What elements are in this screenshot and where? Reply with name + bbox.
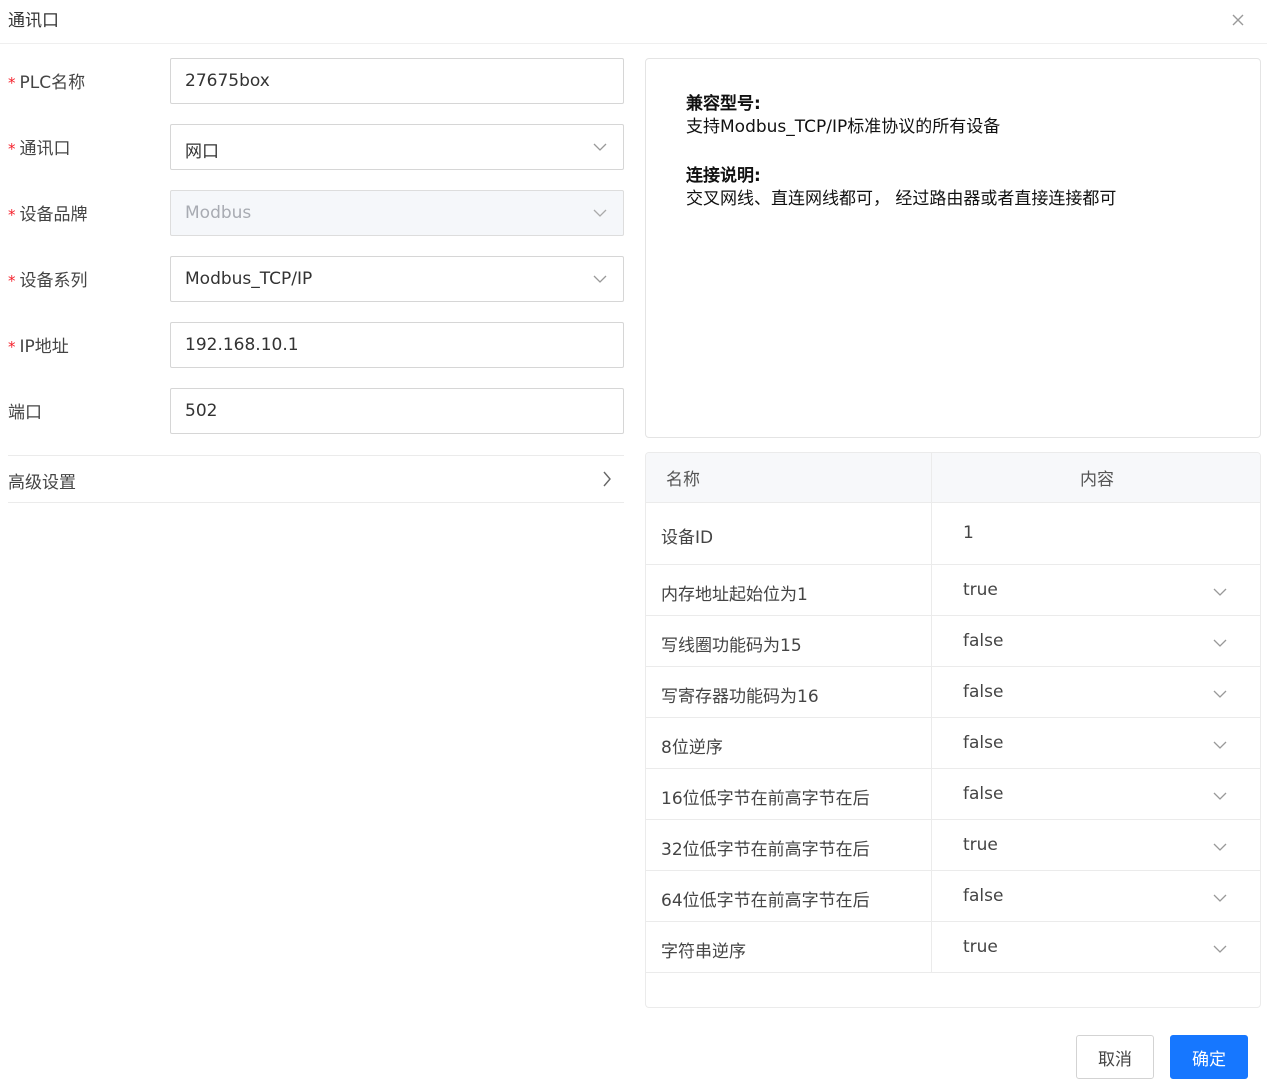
row-value-select[interactable]: false [963,784,1003,804]
brand-select: Modbus [170,190,624,236]
port-field [170,388,624,434]
required-mark: * [8,272,16,290]
table-row: 写线圈功能码为15 false [646,616,1260,667]
row-name: 设备ID [661,528,714,548]
compat-text: 支持Modbus_TCP/IP标准协议的所有设备 [686,117,1001,137]
chevron-down-icon[interactable] [1213,638,1227,648]
form-row-port: 端口 [8,388,624,434]
table-row: 设备ID 1 [646,503,1260,565]
row-name: 写线圈功能码为15 [661,636,802,656]
row-value-select[interactable]: false [963,886,1003,906]
header-name: 名称 [666,470,700,490]
row-value[interactable]: 1 [963,523,974,543]
row-value-select[interactable]: false [963,682,1003,702]
cancel-button[interactable]: 取消 [1076,1035,1154,1079]
row-name: 内存地址起始位为1 [661,585,808,605]
plc-name-label: * PLC名称 [8,73,86,93]
series-select[interactable]: Modbus_TCP/IP [170,256,624,302]
chevron-down-icon [593,209,607,217]
header-content: 内容 [1080,470,1114,490]
chevron-down-icon[interactable] [1213,842,1227,852]
series-value: Modbus_TCP/IP [185,269,313,289]
required-mark: * [8,338,16,356]
chevron-down-icon[interactable] [1213,740,1227,750]
close-icon[interactable] [1228,10,1248,30]
advanced-settings-label: 高级设置 [8,473,76,493]
port-label: 端口 [8,403,42,423]
chevron-down-icon[interactable] [1213,893,1227,903]
row-name: 字符串逆序 [661,942,746,962]
row-value-select[interactable]: false [963,733,1003,753]
row-name: 写寄存器功能码为16 [661,687,819,707]
row-name: 8位逆序 [661,738,723,758]
ip-label: * IP地址 [8,337,69,357]
ip-input[interactable] [171,323,623,367]
ip-field [170,322,624,368]
comm-port-select[interactable]: 网口 [170,124,624,170]
port-input[interactable] [171,389,623,433]
device-info-panel: 兼容型号: 支持Modbus_TCP/IP标准协议的所有设备 连接说明: 交叉网… [645,58,1261,438]
comm-port-value: 网口 [185,142,219,162]
comm-port-label: * 通讯口 [8,139,71,159]
chevron-right-icon [603,471,611,487]
form-row-comm-port: * 通讯口 网口 [8,124,624,170]
row-value-select[interactable]: true [963,835,998,855]
confirm-button[interactable]: 确定 [1170,1035,1248,1079]
chevron-down-icon[interactable] [1213,587,1227,597]
table-row: 8位逆序 false [646,718,1260,769]
row-value-select[interactable]: false [963,631,1003,651]
row-name: 64位低字节在前高字节在后 [661,891,870,911]
connection-text: 交叉网线、直连网线都可， 经过路由器或者直接连接都可 [686,189,1117,209]
table-header: 名称 内容 [646,453,1260,503]
parameter-table: 名称 内容 设备ID 1 内存地址起始位为1 true 写线圈功能码为15 false 写寄… [645,452,1261,1008]
form-row-ip: * IP地址 [8,322,624,368]
table-row: 写寄存器功能码为16 false [646,667,1260,718]
table-row: 64位低字节在前高字节在后 false [646,871,1260,922]
chevron-down-icon[interactable] [1213,689,1227,699]
required-mark: * [8,74,16,92]
required-mark: * [8,206,16,224]
plc-name-input[interactable] [171,59,623,103]
series-label: * 设备系列 [8,271,88,291]
brand-label: * 设备品牌 [8,205,88,225]
chevron-down-icon [593,275,607,283]
chevron-down-icon [593,143,607,151]
chevron-down-icon[interactable] [1213,944,1227,954]
row-name: 32位低字节在前高字节在后 [661,840,870,860]
table-row: 字符串逆序 true [646,922,1260,973]
required-mark: * [8,140,16,158]
row-value-select[interactable]: true [963,937,998,957]
dialog-title: 通讯口 [8,11,59,31]
row-value-select[interactable]: true [963,580,998,600]
plc-name-field [170,58,624,104]
table-row: 内存地址起始位为1 true [646,565,1260,616]
form-row-series: * 设备系列 Modbus_TCP/IP [8,256,624,302]
form-row-brand: * 设备品牌 Modbus [8,190,624,236]
dialog-header: 通讯口 [0,0,1267,44]
chevron-down-icon[interactable] [1213,791,1227,801]
form-row-plc-name: * PLC名称 [8,58,624,104]
table-row: 16位低字节在前高字节在后 false [646,769,1260,820]
compat-heading: 兼容型号: [686,94,761,114]
row-name: 16位低字节在前高字节在后 [661,789,870,809]
brand-value: Modbus [185,203,252,223]
advanced-settings-toggle[interactable]: 高级设置 [8,455,624,503]
table-row: 32位低字节在前高字节在后 true [646,820,1260,871]
connection-heading: 连接说明: [686,166,761,186]
